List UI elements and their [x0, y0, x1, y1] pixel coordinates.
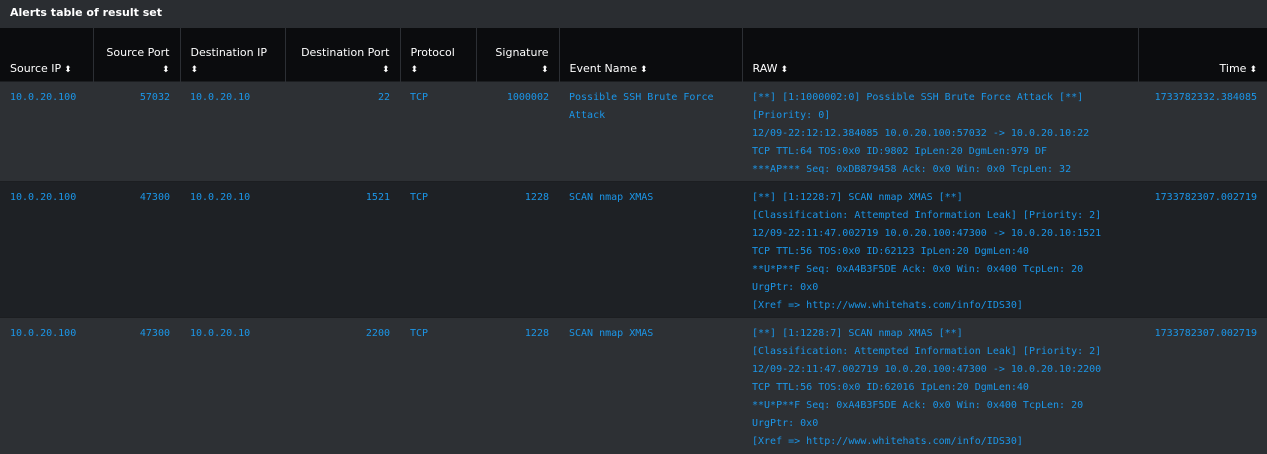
- raw-line: [Classification: Attempted Information L…: [752, 346, 1102, 357]
- column-header-signature[interactable]: Signature ⬍: [475, 28, 559, 82]
- cell-signature[interactable]: 1228: [476, 182, 559, 318]
- panel-title: Alerts table of result set: [10, 6, 162, 19]
- raw-line: [**] [1:1228:7] SCAN nmap XMAS [**]: [752, 192, 963, 203]
- sort-icon: ⬍: [161, 65, 170, 75]
- table-row: 10.0.20.100 47300 10.0.20.10 1521 TCP 12…: [0, 181, 1267, 318]
- raw-line: TCP TTL:56 TOS:0x0 ID:62123 IpLen:20 Dgm…: [752, 246, 1029, 257]
- sort-icon: ⬍: [64, 65, 72, 75]
- cell-source-port[interactable]: 47300: [93, 182, 180, 318]
- cell-time[interactable]: 1733782307.002719: [1138, 182, 1267, 318]
- raw-line: **U*P**F Seq: 0xA4B3F5DE Ack: 0x0 Win: 0…: [752, 400, 1084, 411]
- sort-icon: ⬍: [780, 65, 789, 75]
- column-header-label: Source Port: [106, 46, 170, 59]
- raw-line: [**] [1:1000002:0] Possible SSH Brute Fo…: [752, 92, 1084, 103]
- cell-signature[interactable]: 1000002: [476, 82, 559, 182]
- raw-line: TCP TTL:64 TOS:0x0 ID:9802 IpLen:20 DgmL…: [752, 146, 1048, 157]
- cell-raw[interactable]: [**] [1:1228:7] SCAN nmap XMAS [**] [Cla…: [742, 182, 1138, 318]
- column-header-time[interactable]: Time ⬍: [1137, 28, 1267, 82]
- cell-event-name[interactable]: Possible SSH Brute Force Attack: [559, 82, 742, 182]
- column-header-label: Event Name: [569, 62, 637, 75]
- raw-line: [Xref => http://www.whitehats.com/info/I…: [752, 300, 1023, 311]
- raw-line: [Xref => http://www.whitehats.com/info/I…: [752, 436, 1023, 447]
- raw-line: [Classification: Attempted Information L…: [752, 210, 1102, 221]
- column-header-label: RAW: [752, 62, 778, 75]
- table-header-row: Source IP ⬍ Source Port ⬍ Destination IP ⬍ …: [0, 28, 1267, 82]
- cell-event-name[interactable]: SCAN nmap XMAS: [559, 318, 742, 454]
- cell-raw[interactable]: [**] [1:1228:7] SCAN nmap XMAS [**] [Cla…: [742, 318, 1138, 454]
- cell-protocol[interactable]: TCP: [400, 82, 476, 182]
- cell-destination-port[interactable]: 22: [285, 82, 400, 182]
- cell-time[interactable]: 1733782332.384085: [1138, 82, 1267, 182]
- column-header-event-name[interactable]: Event Name ⬍: [558, 28, 742, 82]
- alerts-panel: Alerts table of result set Source IP ⬍ So…: [0, 0, 1267, 454]
- cell-time[interactable]: 1733782307.002719: [1138, 318, 1267, 454]
- column-header-source-port[interactable]: Source Port ⬍: [92, 28, 180, 82]
- table-row: 10.0.20.100 57032 10.0.20.10 22 TCP 1000…: [0, 81, 1267, 182]
- column-header-label: Destination Port: [301, 46, 390, 59]
- raw-line: ***AP*** Seq: 0xDB879458 Ack: 0x0 Win: 0…: [752, 164, 1072, 175]
- sort-icon: ⬍: [540, 65, 549, 75]
- cell-destination-port[interactable]: 1521: [285, 182, 400, 318]
- cell-source-port[interactable]: 47300: [93, 318, 180, 454]
- raw-line: 12/09-22:11:47.002719 10.0.20.100:47300 …: [752, 364, 1102, 375]
- cell-protocol[interactable]: TCP: [400, 318, 476, 454]
- cell-source-port[interactable]: 57032: [93, 82, 180, 182]
- raw-line: 12/09-22:11:47.002719 10.0.20.100:47300 …: [752, 228, 1102, 239]
- sort-icon: ⬍: [639, 65, 648, 75]
- cell-protocol[interactable]: TCP: [400, 182, 476, 318]
- cell-destination-ip[interactable]: 10.0.20.10: [180, 182, 285, 318]
- sort-icon: ⬍: [190, 65, 199, 75]
- column-header-label: Source IP: [10, 62, 62, 75]
- cell-source-ip[interactable]: 10.0.20.100: [0, 82, 93, 182]
- alerts-table: Source IP ⬍ Source Port ⬍ Destination IP ⬍ …: [0, 28, 1267, 454]
- raw-line: UrgPtr: 0x0: [752, 418, 819, 429]
- column-header-destination-ip[interactable]: Destination IP ⬍: [179, 28, 285, 82]
- column-header-label: Signature: [495, 46, 549, 59]
- column-header-source-ip[interactable]: Source IP ⬍: [0, 28, 93, 82]
- column-header-protocol[interactable]: Protocol ⬍: [399, 28, 476, 82]
- sort-icon: ⬍: [381, 65, 390, 75]
- cell-raw[interactable]: [**] [1:1000002:0] Possible SSH Brute Fo…: [742, 82, 1138, 182]
- raw-line: [**] [1:1228:7] SCAN nmap XMAS [**]: [752, 328, 963, 339]
- cell-destination-port[interactable]: 2200: [285, 318, 400, 454]
- raw-line: TCP TTL:56 TOS:0x0 ID:62016 IpLen:20 Dgm…: [752, 382, 1029, 393]
- sort-icon: ⬍: [1249, 65, 1257, 75]
- raw-line: UrgPtr: 0x0: [752, 282, 819, 293]
- cell-event-name[interactable]: SCAN nmap XMAS: [559, 182, 742, 318]
- table-row: 10.0.20.100 47300 10.0.20.10 2200 TCP 12…: [0, 317, 1267, 454]
- raw-line: 12/09-22:12:12.384085 10.0.20.100:57032 …: [752, 128, 1090, 139]
- cell-source-ip[interactable]: 10.0.20.100: [0, 182, 93, 318]
- column-header-destination-port[interactable]: Destination Port ⬍: [284, 28, 400, 82]
- raw-line: **U*P**F Seq: 0xA4B3F5DE Ack: 0x0 Win: 0…: [752, 264, 1084, 275]
- cell-destination-ip[interactable]: 10.0.20.10: [180, 82, 285, 182]
- sort-icon: ⬍: [410, 65, 419, 75]
- column-header-label: Time: [1219, 62, 1247, 75]
- column-header-raw[interactable]: RAW ⬍: [741, 28, 1138, 82]
- raw-line: [Priority: 0]: [752, 110, 831, 121]
- cell-destination-ip[interactable]: 10.0.20.10: [180, 318, 285, 454]
- column-header-label: Destination IP: [190, 46, 268, 59]
- cell-signature[interactable]: 1228: [476, 318, 559, 454]
- cell-source-ip[interactable]: 10.0.20.100: [0, 318, 93, 454]
- column-header-label: Protocol: [410, 46, 455, 59]
